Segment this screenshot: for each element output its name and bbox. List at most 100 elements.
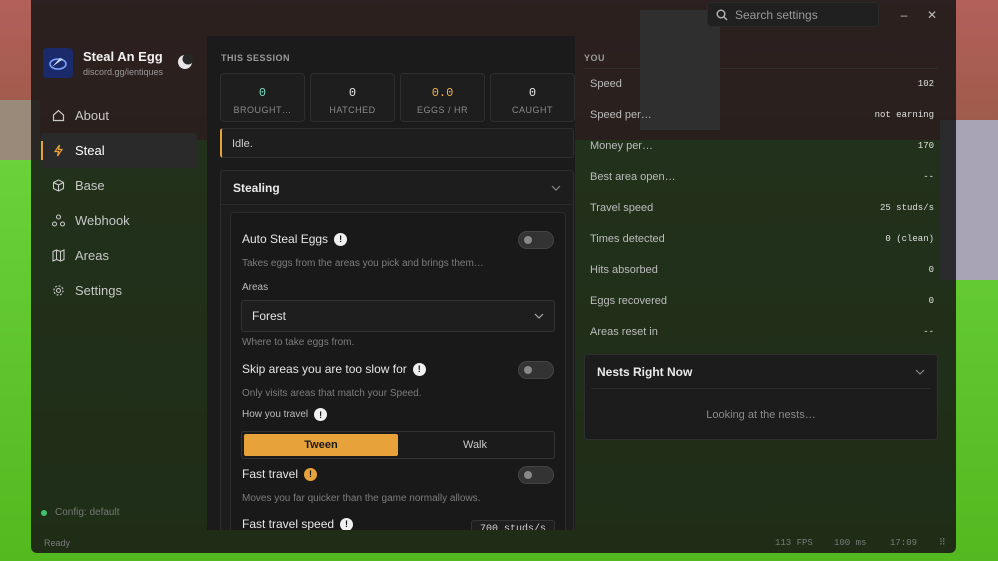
auto-steal-toggle[interactable] bbox=[518, 231, 554, 249]
player-stat-row: Times detected 0 (clean) bbox=[590, 233, 934, 245]
stat-value: 0 bbox=[348, 86, 357, 100]
sidebar-item-label: Base bbox=[75, 178, 105, 193]
skip-row: Skip areas you are too slow for ! bbox=[242, 362, 426, 376]
sidebar-item-steal[interactable]: Steal bbox=[41, 133, 197, 168]
areas-label: Areas bbox=[242, 282, 269, 293]
warning-icon[interactable]: ! bbox=[304, 467, 318, 481]
player-stat-key: Speed bbox=[590, 78, 622, 90]
stat-label: BROUGHT… bbox=[233, 105, 292, 115]
minimize-button[interactable]: – bbox=[895, 6, 913, 24]
gear-icon bbox=[51, 284, 65, 298]
travel-mode-label: How you travel bbox=[242, 409, 309, 420]
script-window: – ✕ Steal An Egg discord.gg/ientiques Ab… bbox=[31, 0, 956, 553]
ready-status: Ready bbox=[44, 538, 71, 548]
title-bar: – ✕ bbox=[31, 0, 956, 30]
webhook-icon bbox=[51, 214, 65, 228]
search-input[interactable] bbox=[735, 7, 865, 22]
player-stat-value: not earning bbox=[874, 110, 934, 120]
sidebar-item-label: Areas bbox=[75, 248, 109, 263]
player-stat-key: Speed per… bbox=[590, 109, 652, 121]
player-stat-value: 0 (clean) bbox=[885, 234, 934, 244]
stat-eggs-per-hour: 0.0 EGGS / HR bbox=[400, 73, 485, 122]
clock-readout: 17:09 bbox=[890, 538, 918, 548]
sidebar: Steal An Egg discord.gg/ientiques About … bbox=[31, 30, 207, 530]
travel-mode-row: How you travel ! bbox=[242, 408, 328, 421]
fast-travel-label: Fast travel bbox=[242, 467, 299, 481]
app-logo bbox=[43, 48, 73, 78]
nests-status: Looking at the nests… bbox=[706, 409, 816, 421]
moon-icon[interactable] bbox=[177, 54, 193, 70]
areas-value: Forest bbox=[252, 309, 287, 323]
stat-label: HATCHED bbox=[329, 105, 376, 115]
auto-steal-row: Auto Steal Eggs ! bbox=[242, 232, 348, 246]
auto-steal-label: Auto Steal Eggs bbox=[242, 232, 329, 246]
resize-grip-icon[interactable]: ⠿ bbox=[939, 538, 946, 548]
panel-title: Stealing bbox=[233, 180, 280, 195]
player-stat-row: Eggs recovered 0 bbox=[590, 295, 934, 307]
config-label: Config: default bbox=[55, 507, 120, 518]
player-stat-row: Areas reset in -- bbox=[590, 326, 934, 338]
cube-icon bbox=[51, 179, 65, 193]
player-stat-row: Money per… 170 bbox=[590, 140, 934, 152]
areas-dropdown[interactable]: Forest bbox=[241, 300, 555, 332]
stealing-panel: Stealing Auto Steal Eggs ! Takes eggs fr… bbox=[220, 170, 574, 530]
info-icon[interactable]: ! bbox=[314, 408, 328, 421]
info-icon[interactable]: ! bbox=[340, 517, 354, 530]
player-stat-value: 0 bbox=[928, 296, 934, 306]
fast-travel-toggle[interactable] bbox=[518, 466, 554, 484]
stealing-panel-header[interactable]: Stealing bbox=[221, 171, 573, 205]
player-stat-value: 102 bbox=[917, 79, 934, 89]
you-label: YOU bbox=[584, 53, 606, 63]
areas-desc: Where to take eggs from. bbox=[242, 337, 355, 348]
stat-value: 0 bbox=[258, 86, 267, 100]
home-icon bbox=[51, 109, 65, 123]
app-subtitle: discord.gg/ientiques bbox=[83, 67, 164, 77]
sidebar-item-settings[interactable]: Settings bbox=[41, 273, 197, 308]
stat-value: 0.0 bbox=[431, 86, 454, 100]
chevron-down-icon bbox=[551, 185, 561, 191]
fps-readout: 113 FPS bbox=[775, 538, 813, 548]
player-stat-key: Travel speed bbox=[590, 202, 654, 214]
stat-value: 0 bbox=[528, 86, 537, 100]
sidebar-item-webhook[interactable]: Webhook bbox=[41, 203, 197, 238]
chevron-down-icon bbox=[915, 369, 925, 375]
travel-option-walk[interactable]: Walk bbox=[398, 434, 552, 456]
search-box[interactable] bbox=[707, 2, 879, 27]
map-icon bbox=[51, 249, 65, 263]
nests-panel-header[interactable]: Nests Right Now bbox=[591, 355, 931, 389]
brand: Steal An Egg discord.gg/ientiques bbox=[43, 48, 163, 78]
sidebar-item-areas[interactable]: Areas bbox=[41, 238, 197, 273]
chevron-down-icon bbox=[534, 313, 544, 319]
session-stats: 0 BROUGHT… 0 HATCHED 0.0 EGGS / HR 0 CAU… bbox=[220, 73, 575, 122]
sidebar-nav: About Steal Base Webhook Areas Settings bbox=[41, 98, 197, 308]
sidebar-item-about[interactable]: About bbox=[41, 98, 197, 133]
fast-speed-input[interactable]: 700 studs/s bbox=[471, 520, 555, 530]
main-content: THIS SESSION 0 BROUGHT… 0 HATCHED 0.0 EG… bbox=[207, 36, 575, 530]
skip-label: Skip areas you are too slow for bbox=[242, 362, 407, 376]
travel-option-tween[interactable]: Tween bbox=[244, 434, 398, 456]
player-stat-value: 170 bbox=[917, 141, 934, 151]
player-stat-row: Hits absorbed 0 bbox=[590, 264, 934, 276]
player-stat-value: -- bbox=[923, 327, 934, 337]
ping-readout: 100 ms bbox=[834, 538, 867, 548]
session-label: THIS SESSION bbox=[221, 53, 291, 63]
player-stat-value: 25 studs/s bbox=[879, 203, 934, 213]
fast-travel-desc: Moves you far quicker than the game norm… bbox=[242, 493, 481, 504]
stat-caught: 0 CAUGHT bbox=[490, 73, 575, 122]
player-stat-row: Speed per… not earning bbox=[590, 109, 934, 121]
config-indicator: Config: default bbox=[41, 507, 120, 518]
stat-label: CAUGHT bbox=[512, 105, 553, 115]
player-stat-value: -- bbox=[923, 172, 934, 182]
info-icon[interactable]: ! bbox=[412, 362, 426, 376]
close-button[interactable]: ✕ bbox=[923, 6, 941, 24]
player-stat-value: 0 bbox=[928, 265, 934, 275]
lightning-icon bbox=[51, 144, 65, 158]
sidebar-item-label: Webhook bbox=[75, 213, 130, 228]
sidebar-item-base[interactable]: Base bbox=[41, 168, 197, 203]
stat-label: EGGS / HR bbox=[416, 105, 468, 115]
player-info: YOU Speed 102 Speed per… not earning Money p… bbox=[584, 36, 938, 530]
info-icon[interactable]: ! bbox=[334, 232, 348, 246]
skip-toggle[interactable] bbox=[518, 361, 554, 379]
status-bar: Ready 113 FPS 100 ms 17:09 ⠿ bbox=[31, 534, 956, 553]
player-stat-key: Eggs recovered bbox=[590, 295, 668, 307]
